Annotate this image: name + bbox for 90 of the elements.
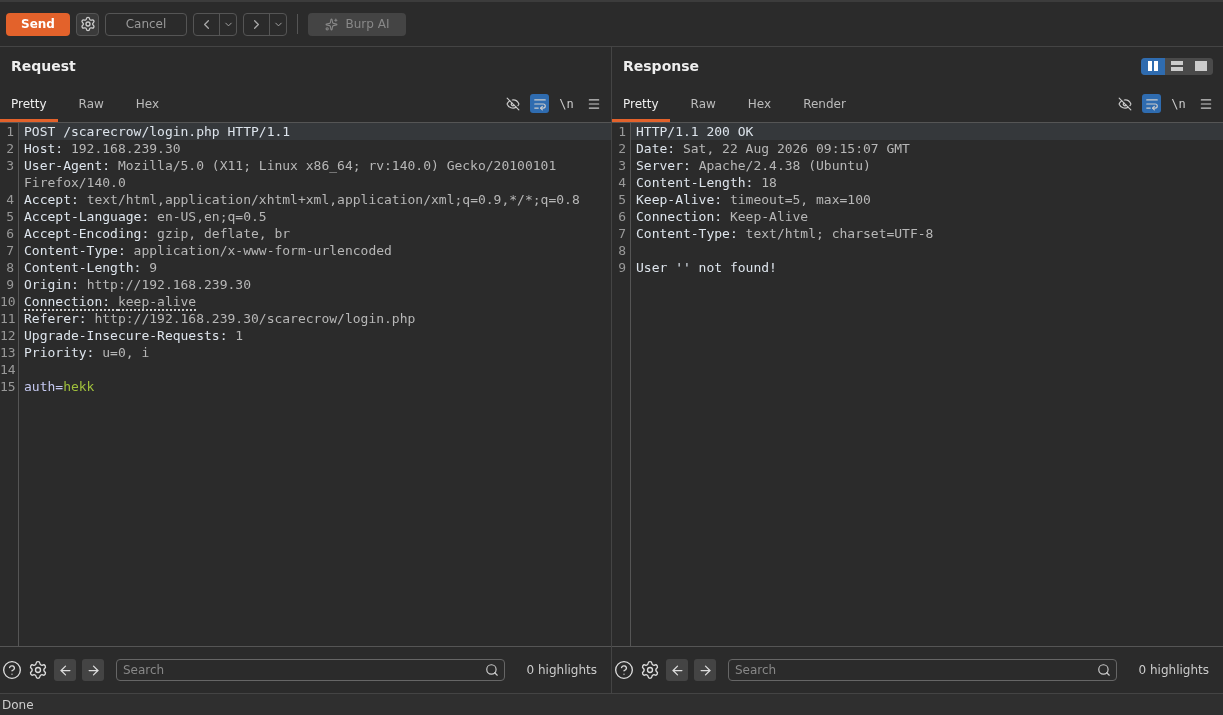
line-number: 3 xyxy=(617,157,627,174)
view-tab[interactable]: Hex xyxy=(736,85,783,122)
wrap-button[interactable] xyxy=(530,94,549,113)
line-number: 13 xyxy=(0,344,17,361)
line-number: 2 xyxy=(5,140,15,157)
newline-toggle[interactable]: \n xyxy=(557,94,576,113)
code-line: POST /scarecrow/login.php HTTP/1.1 xyxy=(23,123,292,140)
line-number: 7 xyxy=(5,242,15,259)
code-line: auth=hekk xyxy=(23,378,96,395)
line-number: 6 xyxy=(617,208,627,225)
code-line: Connection: Keep-Alive xyxy=(635,208,810,225)
search-field[interactable]: Search xyxy=(728,659,1117,681)
code-line: Accept-Language: en-US,en;q=0.5 xyxy=(23,208,268,225)
line-number: 15 xyxy=(0,378,17,395)
sparkle-icon xyxy=(324,17,338,31)
code-line: Accept-Encoding: gzip, deflate, br xyxy=(23,225,292,242)
wrap-button[interactable] xyxy=(1142,94,1161,113)
wrap-icon xyxy=(532,96,547,111)
pane-title: Request xyxy=(11,58,76,74)
line-number: 2 xyxy=(617,140,627,157)
line-number: 8 xyxy=(5,259,15,276)
line-number: 6 xyxy=(5,225,15,242)
line-number: 4 xyxy=(617,174,627,191)
view-tab[interactable]: Raw xyxy=(679,85,727,122)
cancel-button[interactable]: Cancel xyxy=(105,12,187,36)
highlights-count: 0 highlights xyxy=(526,663,597,677)
menu-icon xyxy=(586,96,601,111)
right-arrow-icon xyxy=(85,662,101,678)
search-icon xyxy=(484,663,499,677)
settings-icon[interactable] xyxy=(28,660,48,680)
line-number: 9 xyxy=(5,276,15,293)
settings-icon[interactable] xyxy=(640,660,660,680)
code-line: Referer: http://192.168.239.30/scarecrow/login.php xyxy=(23,310,417,327)
code-line: Upgrade-Insecure-Requests: 1 xyxy=(23,327,245,344)
line-number: 8 xyxy=(617,242,627,259)
line-number: 7 xyxy=(617,225,627,242)
view-tab[interactable]: Raw xyxy=(67,85,115,122)
next-button[interactable] xyxy=(694,659,716,681)
line-number: 3 xyxy=(5,157,15,175)
layout-button[interactable] xyxy=(1141,57,1165,75)
square-icon xyxy=(1195,61,1207,71)
view-tab[interactable]: Hex xyxy=(124,85,171,122)
next-button[interactable] xyxy=(82,659,104,681)
line-number: 5 xyxy=(5,208,15,225)
code-line: Accept: text/html,application/xhtml+xml,application/xml;q=0.9,*/*;q=0.8 xyxy=(23,191,581,208)
code-line: Date: Sat, 22 Aug 2026 09:15:07 GMT xyxy=(635,140,911,157)
highlights-count: 0 highlights xyxy=(1138,663,1209,677)
line-number: 5 xyxy=(617,191,627,208)
line-number: 9 xyxy=(617,259,627,276)
line-number: 1 xyxy=(617,123,627,140)
code-line: Content-Type: application/x-www-form-urlencoded xyxy=(23,242,393,259)
layout-button[interactable] xyxy=(1165,57,1189,75)
code-line: Keep-Alive: timeout=5, max=100 xyxy=(635,191,872,208)
layout-button[interactable] xyxy=(1189,57,1213,75)
help-icon[interactable] xyxy=(2,660,22,680)
line-number: 4 xyxy=(5,191,15,208)
code-line: Origin: http://192.168.239.30 xyxy=(23,276,252,293)
code-line: Connection: keep-alive xyxy=(23,293,198,310)
menu-icon xyxy=(1198,96,1213,111)
wrap-icon xyxy=(1144,96,1159,111)
settings-button[interactable] xyxy=(76,12,99,36)
code-line: Content-Length: 18 xyxy=(635,174,778,191)
line-number: 12 xyxy=(0,327,17,344)
right-arrow-icon xyxy=(697,662,713,678)
eye-off-icon xyxy=(1117,96,1132,111)
code-line: User '' not found! xyxy=(635,259,778,276)
previous-button[interactable] xyxy=(54,659,76,681)
code-line: Content-Type: text/html; charset=UTF-8 xyxy=(635,225,935,242)
line-number: 1 xyxy=(5,123,15,140)
pane-title: Response xyxy=(623,58,700,74)
code-editor[interactable] xyxy=(0,123,611,646)
previous-button[interactable] xyxy=(666,659,688,681)
line-number: 14 xyxy=(0,361,17,378)
search-icon xyxy=(1096,663,1111,677)
status-text: Done xyxy=(1,697,34,712)
code-line: Priority: u=0, i xyxy=(23,344,151,361)
eye-off-icon xyxy=(505,96,520,111)
newline-toggle[interactable]: \n xyxy=(1169,94,1188,113)
rows-icon xyxy=(1171,61,1183,71)
line-number: 11 xyxy=(0,310,17,327)
columns-icon xyxy=(1147,61,1159,71)
code-line: Server: Apache/2.4.38 (Ubuntu) xyxy=(635,157,872,174)
search-field[interactable]: Search xyxy=(116,659,505,681)
help-icon[interactable] xyxy=(614,660,634,680)
view-tab[interactable]: Render xyxy=(792,85,857,122)
code-line: Content-Length: 9 xyxy=(23,259,159,276)
code-line: HTTP/1.1 200 OK xyxy=(635,123,755,140)
settings-icon xyxy=(79,16,96,32)
code-line: Host: 192.168.239.30 xyxy=(23,140,182,157)
line-number: 10 xyxy=(0,293,17,310)
